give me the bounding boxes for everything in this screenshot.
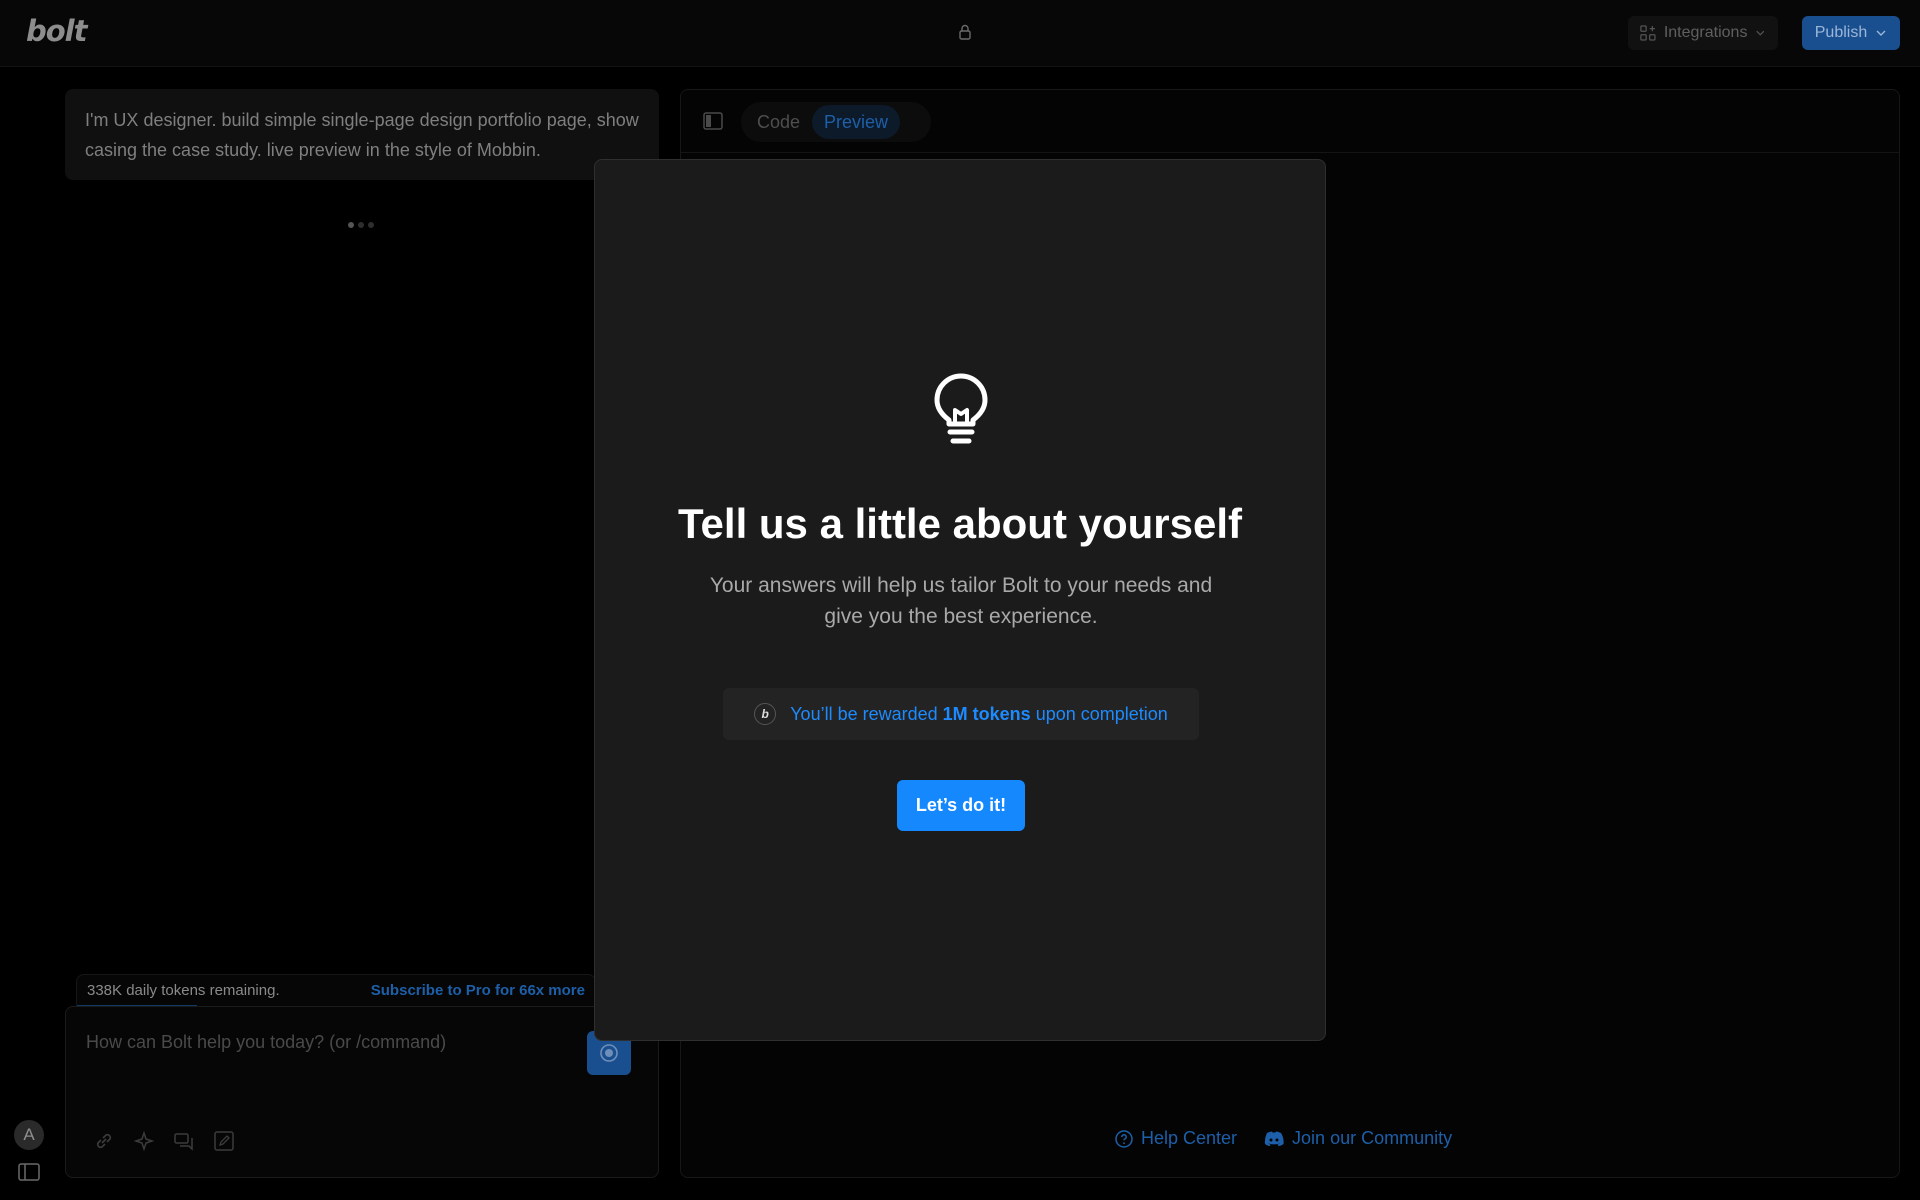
view-toggle: Code Preview xyxy=(741,102,931,142)
chevron-down-icon xyxy=(1756,30,1765,36)
reward-banner: b You’ll be rewarded 1M tokens upon comp… xyxy=(723,688,1199,740)
typing-indicator xyxy=(348,222,374,228)
reward-amount: 1M tokens xyxy=(942,703,1031,724)
chat-icon xyxy=(174,1133,193,1151)
reward-text: You’ll be rewarded 1M tokens upon comple… xyxy=(790,704,1168,725)
chat-input[interactable] xyxy=(86,1027,566,1057)
integrations-label: Integrations xyxy=(1663,24,1748,41)
edit-button[interactable] xyxy=(212,1129,236,1153)
bulb-icon xyxy=(934,373,988,444)
lets-do-it-button[interactable]: Let’s do it! xyxy=(897,780,1025,831)
sidebar-toggle-icon[interactable] xyxy=(18,1163,40,1181)
discord-icon xyxy=(1264,1131,1284,1146)
bolt-logo[interactable]: bolt xyxy=(26,14,87,48)
edit-icon xyxy=(214,1131,234,1151)
chat-input-container xyxy=(65,1006,659,1178)
help-circle-icon xyxy=(1115,1129,1133,1148)
user-avatar[interactable]: A xyxy=(14,1120,44,1150)
modal-description: Your answers will help us tailor Bolt to… xyxy=(709,574,1213,628)
discuss-button[interactable] xyxy=(172,1129,196,1153)
top-bar: bolt Integrations Publish xyxy=(0,0,1920,67)
workbench-header: Code Preview xyxy=(681,90,1899,153)
integrations-button[interactable]: Integrations xyxy=(1628,16,1778,50)
user-message: I'm UX designer. build simple single-pag… xyxy=(65,89,659,180)
help-center-label: Help Center xyxy=(1141,1128,1238,1148)
typing-dot xyxy=(368,222,374,228)
onboarding-modal: Tell us a little about yourself Your ans… xyxy=(594,159,1326,1041)
help-links: Help Center Join our Community xyxy=(1114,1128,1452,1149)
typing-dot xyxy=(358,222,364,228)
typing-dot xyxy=(348,222,354,228)
community-link[interactable]: Join our Community xyxy=(1263,1128,1452,1149)
modal-title: Tell us a little about yourself xyxy=(678,500,1242,547)
input-toolbar xyxy=(92,1129,236,1153)
link-icon xyxy=(96,1133,112,1149)
tab-code[interactable]: Code xyxy=(745,105,812,139)
bolt-badge-icon: b xyxy=(754,703,777,725)
attach-link-button[interactable] xyxy=(92,1129,116,1153)
sparkle-icon xyxy=(133,1130,155,1152)
publish-label: Publish xyxy=(1814,24,1868,41)
lock-icon[interactable] xyxy=(958,24,972,40)
stop-icon xyxy=(600,1044,618,1062)
enhance-prompt-button[interactable] xyxy=(132,1129,156,1153)
publish-button[interactable]: Publish xyxy=(1802,16,1900,50)
community-label: Join our Community xyxy=(1292,1128,1453,1148)
help-center-link[interactable]: Help Center xyxy=(1114,1128,1237,1149)
tokens-remaining-text: 338K daily tokens remaining. xyxy=(87,982,280,999)
tab-preview[interactable]: Preview xyxy=(812,105,901,139)
reward-suffix: upon completion xyxy=(1035,703,1168,724)
integrations-grid-icon xyxy=(1640,25,1656,41)
chevron-down-icon xyxy=(1876,30,1886,36)
reward-prefix: You’ll be rewarded xyxy=(790,703,938,724)
panel-icon[interactable] xyxy=(703,112,723,130)
token-status-bar: 338K daily tokens remaining. Subscribe t… xyxy=(76,974,596,1007)
subscribe-pro-link[interactable]: Subscribe to Pro for 66x more xyxy=(371,982,585,999)
